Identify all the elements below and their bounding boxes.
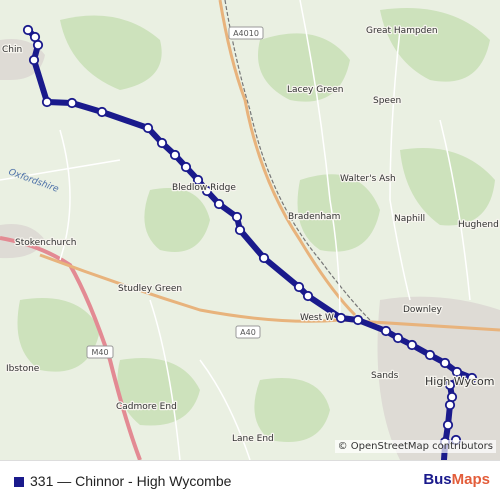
route-color-swatch [14, 477, 24, 487]
bus-stop-marker[interactable] [32, 39, 44, 51]
bus-stop-marker[interactable] [142, 122, 154, 134]
brand-part-1: Bus [423, 471, 452, 488]
place-label-walters-ash: Walter's Ash [340, 174, 396, 184]
bus-stop-marker[interactable] [66, 97, 78, 109]
bus-stop-marker[interactable] [258, 252, 270, 264]
place-label-lacey-green: Lacey Green [287, 85, 343, 95]
place-label-high-wycombe: High Wycom [425, 375, 494, 388]
bus-stop-marker[interactable] [41, 96, 53, 108]
map-svg[interactable]: A4010 A40 M40 Chin Great Hampden Lacey G… [0, 0, 500, 460]
road-label-a4010: A4010 [233, 29, 259, 38]
place-label-downley: Downley [403, 305, 443, 315]
bus-stop-marker[interactable] [439, 357, 451, 369]
bus-stop-marker[interactable] [156, 137, 168, 149]
place-label-west-wycombe: West W [300, 313, 334, 323]
bus-stop-marker[interactable] [302, 290, 314, 302]
busmaps-logo[interactable]: BusMaps [423, 471, 490, 488]
bus-stop-marker[interactable] [169, 149, 181, 161]
route-title: 331 — Chinnor - High Wycombe [30, 473, 232, 489]
place-label-speen: Speen [373, 96, 401, 106]
bus-stop-marker[interactable] [96, 106, 108, 118]
bus-stop-marker[interactable] [231, 211, 243, 223]
bus-stop-marker[interactable] [293, 281, 305, 293]
bus-stop-marker[interactable] [406, 339, 418, 351]
place-label-hughenden-valley: Hughend Valley [458, 220, 500, 230]
map-canvas[interactable]: A4010 A40 M40 Chin Great Hampden Lacey G… [0, 0, 500, 460]
bus-stop-marker[interactable] [424, 349, 436, 361]
bus-stop-marker[interactable] [380, 325, 392, 337]
bus-stop-marker[interactable] [335, 312, 347, 324]
bus-stop-marker[interactable] [180, 161, 192, 173]
brand-part-2: Maps [451, 471, 490, 488]
bus-stop-marker[interactable] [442, 419, 454, 431]
road-label-a40: A40 [240, 328, 256, 337]
road-label-m40: M40 [91, 348, 108, 357]
map-attribution[interactable]: © OpenStreetMap contributors [334, 440, 496, 453]
bus-stop-marker[interactable] [444, 399, 456, 411]
place-label-bledlow-ridge: Bledlow Ridge [172, 183, 236, 193]
place-label-bradenham: Bradenham [288, 212, 340, 222]
bus-stop-marker[interactable] [234, 224, 246, 236]
bus-stop-marker[interactable] [213, 198, 225, 210]
place-label-sands: Sands [371, 371, 399, 381]
bus-stop-marker[interactable] [22, 24, 34, 36]
place-label-naphill: Naphill [394, 214, 425, 224]
place-label-great-hampden: Great Hampden [366, 26, 438, 36]
bus-stop-marker[interactable] [392, 332, 404, 344]
place-label-chinnor: Chin [2, 45, 22, 55]
bus-stop-marker[interactable] [28, 54, 40, 66]
place-label-lane-end: Lane End [232, 434, 274, 444]
bus-stop-marker[interactable] [352, 314, 364, 326]
place-label-cadmore-end: Cadmore End [116, 402, 177, 412]
place-label-ibstone: Ibstone [6, 364, 40, 374]
map-legend-footer: 331 — Chinnor - High Wycombe BusMaps [0, 460, 500, 501]
place-label-studley-green: Studley Green [118, 284, 182, 294]
place-label-stokenchurch: Stokenchurch [15, 238, 76, 248]
bus-stop-marker[interactable] [446, 391, 458, 403]
